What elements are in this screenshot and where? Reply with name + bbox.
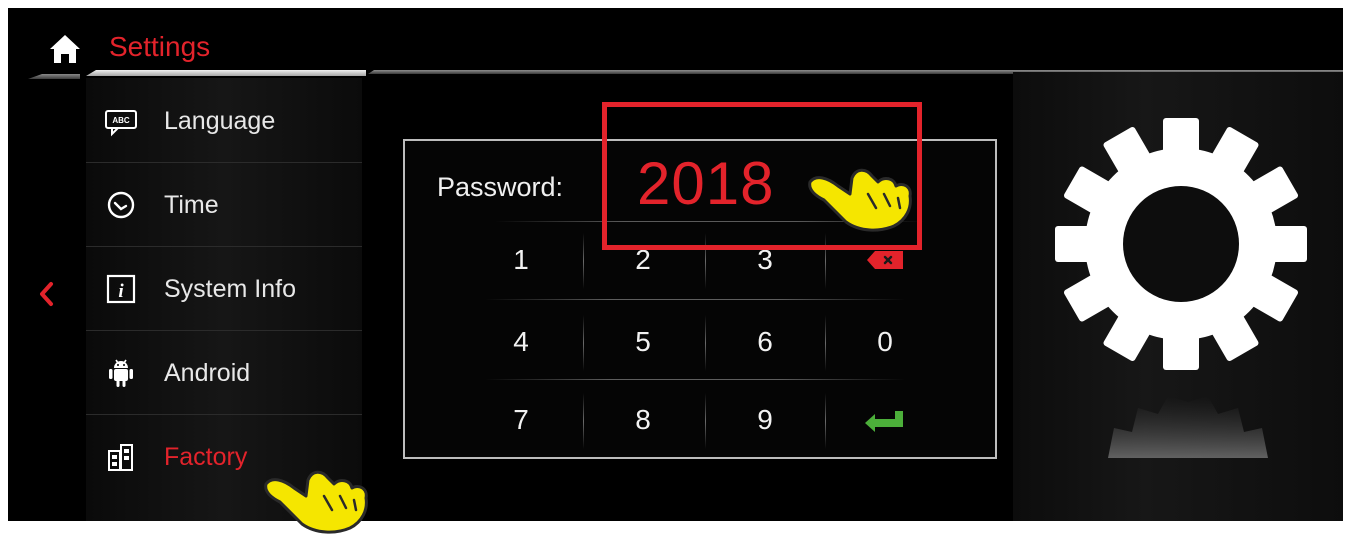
clock-icon xyxy=(107,191,135,219)
sidebar-item-system-info[interactable]: i System Info xyxy=(86,246,362,331)
settings-screen: Settings ABC Language Time i System Info… xyxy=(8,8,1343,521)
key-5[interactable]: 5 xyxy=(583,303,703,381)
info-icon: i xyxy=(106,274,136,304)
key-4[interactable]: 4 xyxy=(461,303,581,381)
key-9[interactable]: 9 xyxy=(705,381,825,459)
sidebar-item-label: Time xyxy=(164,191,219,219)
backspace-icon xyxy=(867,251,903,269)
keypad-divider xyxy=(705,315,706,371)
keypad-divider xyxy=(583,393,584,449)
key-8[interactable]: 8 xyxy=(583,381,703,459)
pointing-hand-icon xyxy=(264,470,368,534)
password-label: Password: xyxy=(437,172,564,202)
header-divider-left xyxy=(28,74,80,79)
keypad-divider xyxy=(825,315,826,371)
settings-sidebar: ABC Language Time i System Info Android … xyxy=(86,78,362,521)
sidebar-item-label: Language xyxy=(164,107,276,135)
gear-reflection xyxy=(1108,396,1268,458)
factory-icon xyxy=(108,444,133,471)
enter-arrow-icon xyxy=(865,411,903,432)
keypad-row-divider xyxy=(485,299,905,300)
sidebar-item-language[interactable]: ABC Language xyxy=(86,78,362,163)
home-icon[interactable] xyxy=(48,32,82,66)
android-icon xyxy=(109,359,133,387)
svg-text:ABC: ABC xyxy=(112,116,130,125)
key-7[interactable]: 7 xyxy=(461,381,581,459)
key-1[interactable]: 1 xyxy=(461,221,581,299)
enter-key[interactable] xyxy=(825,381,945,459)
keypad-divider xyxy=(705,393,706,449)
key-0[interactable]: 0 xyxy=(825,303,945,381)
gear-icon xyxy=(1055,118,1307,370)
keypad-row-divider xyxy=(485,379,905,380)
page-title: Settings xyxy=(109,31,211,62)
keypad-divider xyxy=(583,315,584,371)
keyboard-abc-icon: ABC xyxy=(105,110,137,137)
sidebar-item-label: Android xyxy=(164,359,251,387)
sidebar-item-label: System Info xyxy=(164,275,296,303)
keypad-divider xyxy=(583,233,584,289)
sidebar-item-time[interactable]: Time xyxy=(86,162,362,247)
key-6[interactable]: 6 xyxy=(705,303,825,381)
chevron-left-icon[interactable] xyxy=(32,276,62,312)
sidebar-item-label: Factory xyxy=(164,443,248,471)
header-divider-active xyxy=(86,70,366,76)
sidebar-item-android[interactable]: Android xyxy=(86,330,362,415)
keypad-divider xyxy=(825,393,826,449)
svg-text:i: i xyxy=(118,281,124,302)
pointing-hand-icon xyxy=(808,168,912,232)
